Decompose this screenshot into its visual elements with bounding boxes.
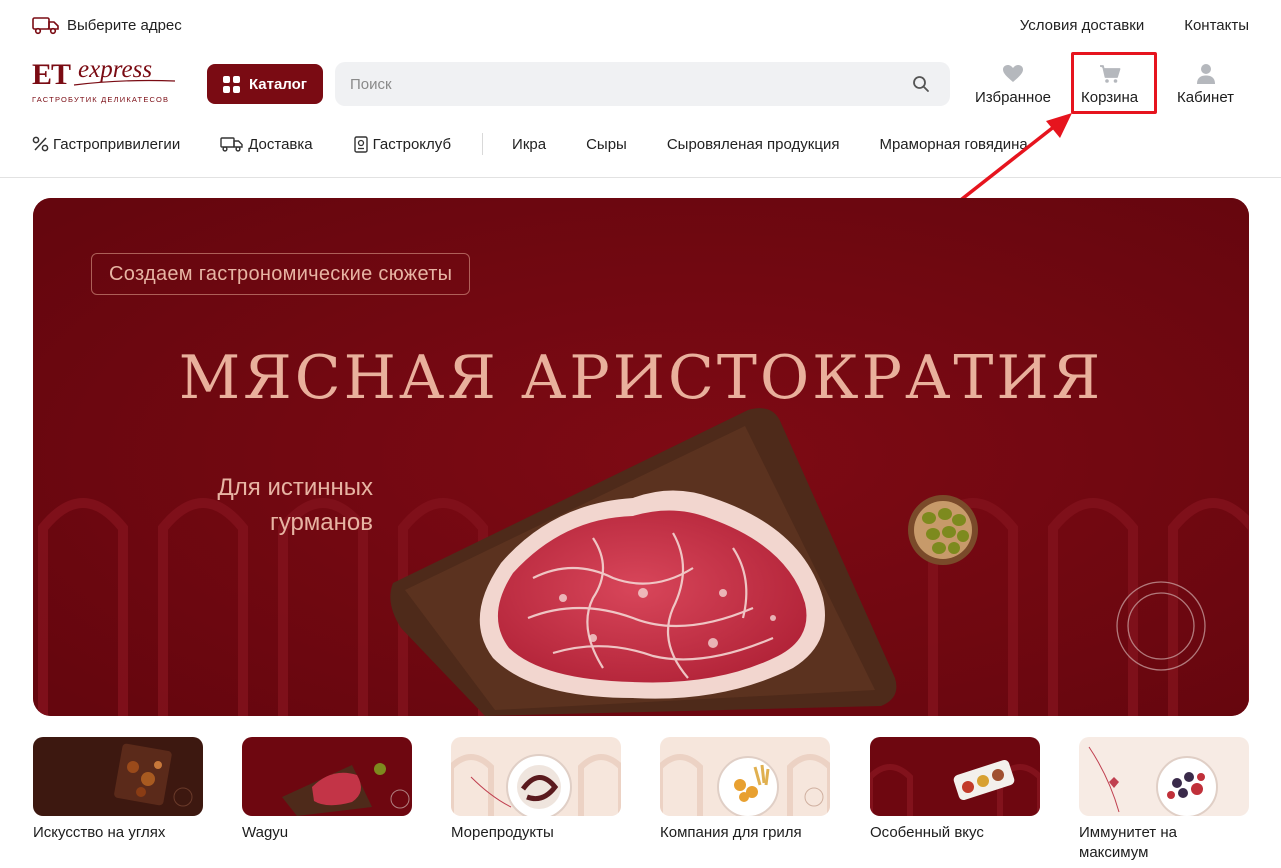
search-bar xyxy=(335,62,950,106)
top-bar: Выберите адрес Условия доставки Контакты xyxy=(0,0,1281,52)
category-label: Морепродукты xyxy=(451,824,554,841)
grid-icon xyxy=(222,75,240,93)
category-label: Искусство на углях xyxy=(33,824,166,841)
search-icon[interactable] xyxy=(912,75,930,93)
category-cards: Искусство на углях Wagyu Морепродукты Ко… xyxy=(33,737,1249,862)
nav-item-delivery[interactable]: Доставка xyxy=(220,135,313,153)
nav-item-gastroclub[interactable]: Гастроклуб xyxy=(353,136,451,153)
category-thumb xyxy=(451,737,621,816)
hero-badge: Создаем гастрономические сюжеты xyxy=(91,253,471,295)
nav-divider xyxy=(482,133,484,155)
contacts-link[interactable]: Контакты xyxy=(1184,17,1249,34)
percent-icon xyxy=(32,136,49,152)
category-card[interactable]: Морепродукты xyxy=(451,737,621,843)
cart-icon xyxy=(1099,65,1120,83)
category-card[interactable]: Искусство на углях xyxy=(33,737,203,843)
cabinet-button[interactable]: Кабинет xyxy=(1177,63,1234,106)
category-thumb xyxy=(1079,737,1249,816)
category-label: Иммунитет на максимум xyxy=(1079,824,1177,861)
site-logo[interactable]: ET express ГАСТРОБУТИК ДЕЛИКАТЕСОВ xyxy=(32,56,182,108)
category-thumb xyxy=(242,737,412,816)
category-label: Компания для гриля xyxy=(660,824,802,841)
header-divider xyxy=(0,177,1281,178)
category-label: Особенный вкус xyxy=(870,824,984,841)
cart-label: Корзина xyxy=(1081,89,1139,106)
category-thumb xyxy=(660,737,830,816)
category-thumb xyxy=(33,737,203,816)
favorites-label: Избранное xyxy=(975,89,1052,106)
hero-subtitle: Для истинных гурманов xyxy=(183,470,373,540)
logo-tagline: ГАСТРОБУТИК ДЕЛИКАТЕСОВ xyxy=(32,95,170,104)
hero-subtitle-line2: гурманов xyxy=(269,509,373,536)
nav-label: Гастроклуб xyxy=(372,135,452,153)
cart-button[interactable]: Корзина xyxy=(1081,63,1138,106)
nav-label: Доставка xyxy=(248,135,313,153)
category-card[interactable]: Wagyu xyxy=(242,737,412,843)
category-card[interactable]: Компания для гриля xyxy=(660,737,830,843)
nav-item-cured-products[interactable]: Сыровяленая продукция xyxy=(667,136,840,153)
search-input[interactable] xyxy=(335,62,950,106)
nav-label: Гастропривилегии xyxy=(53,135,181,153)
cabinet-label: Кабинет xyxy=(1177,89,1235,106)
catalog-button[interactable]: Каталог xyxy=(207,64,323,104)
truck-icon xyxy=(220,137,243,152)
logo-main: ET xyxy=(32,58,71,91)
logo-swoosh xyxy=(73,79,176,86)
nav-item-cheese[interactable]: Сыры xyxy=(586,136,627,153)
nav-label: Сыровяленая продукция xyxy=(666,135,840,153)
catalog-label: Каталог xyxy=(248,75,308,93)
category-card[interactable]: Иммунитет на максимум xyxy=(1079,737,1249,863)
truck-icon xyxy=(32,17,59,35)
hero-subtitle-line1: Для истинных xyxy=(217,474,373,501)
category-card[interactable]: Особенный вкус xyxy=(870,737,1040,843)
address-label: Выберите адрес xyxy=(67,16,182,34)
nav-item-caviar[interactable]: Икра xyxy=(512,136,546,153)
delivery-terms-link[interactable]: Условия доставки xyxy=(1020,17,1144,34)
favorites-button[interactable]: Избранное xyxy=(975,63,1051,106)
nav-item-gastroprivileges[interactable]: Гастропривилегии xyxy=(32,136,180,153)
category-label: Wagyu xyxy=(242,824,289,841)
hero-title: МЯСНАЯ АРИСТОКРАТИЯ xyxy=(178,343,1104,413)
nav-label: Икра xyxy=(512,135,547,153)
nav-label: Сыры xyxy=(586,135,627,153)
address-selector[interactable]: Выберите адрес xyxy=(32,15,182,35)
heart-icon xyxy=(1003,65,1024,82)
category-thumb xyxy=(870,737,1040,816)
hero-banner[interactable]: Создаем гастрономические сюжеты МЯСНАЯ А… xyxy=(33,198,1249,716)
user-icon xyxy=(1196,64,1215,84)
badge-icon xyxy=(353,135,368,153)
